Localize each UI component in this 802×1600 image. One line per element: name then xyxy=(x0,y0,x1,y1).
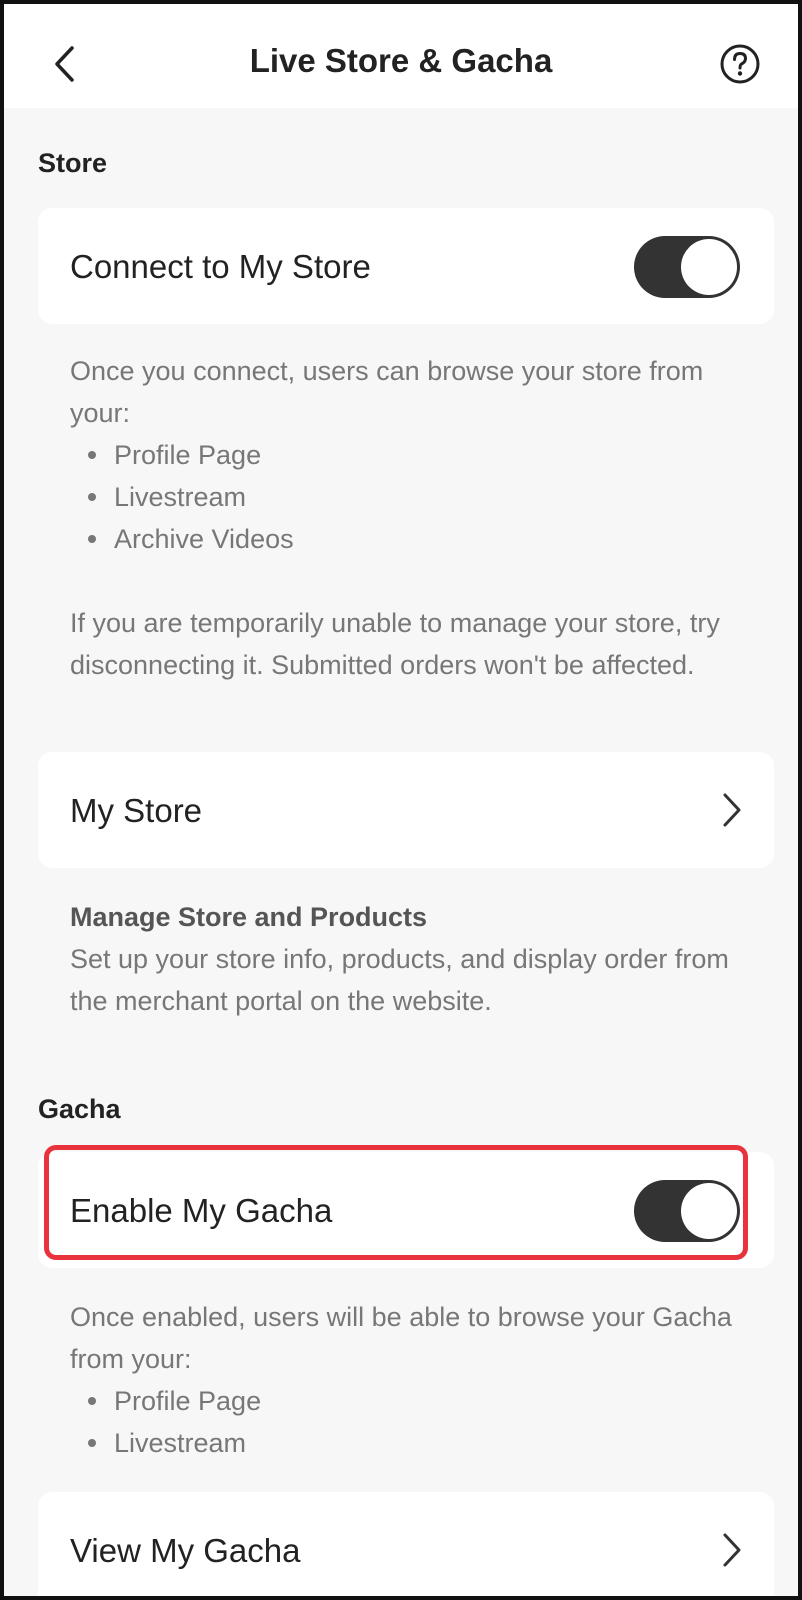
view-gacha-row[interactable]: View My Gacha xyxy=(38,1492,774,1596)
bullet-item: Livestream xyxy=(70,1422,760,1464)
bullet-item: Livestream xyxy=(70,476,760,518)
enable-gacha-description: Once enabled, users will be able to brow… xyxy=(70,1296,760,1464)
connect-store-label: Connect to My Store xyxy=(70,248,371,285)
disconnect-note: If you are temporarily unable to manage … xyxy=(70,608,720,680)
manage-store-description: Manage Store and Products Set up your st… xyxy=(70,896,760,1022)
connect-store-description: Once you connect, users can browse your … xyxy=(70,350,760,686)
section-label-gacha: Gacha xyxy=(38,1094,121,1124)
enable-gacha-bullets: Profile Page Livestream xyxy=(70,1380,760,1464)
help-button[interactable] xyxy=(718,42,762,86)
app-screen: Live Store & Gacha Store Connect to My S… xyxy=(0,0,802,1600)
enable-gacha-toggle[interactable] xyxy=(634,1180,740,1242)
view-gacha-label: View My Gacha xyxy=(70,1532,301,1569)
page-title: Live Store & Gacha xyxy=(249,42,553,79)
section-label-store: Store xyxy=(38,148,108,178)
my-store-label: My Store xyxy=(70,792,203,829)
toggle-knob xyxy=(681,1183,737,1239)
enable-gacha-label: Enable My Gacha xyxy=(70,1192,333,1229)
my-store-row[interactable]: My Store xyxy=(38,752,774,868)
connect-store-toggle[interactable] xyxy=(634,236,740,298)
question-circle-icon xyxy=(720,44,760,84)
connect-store-row: Connect to My Store xyxy=(38,208,774,324)
header-bar: Live Store & Gacha xyxy=(4,4,798,108)
connect-store-bullets: Profile Page Livestream Archive Videos xyxy=(70,434,760,560)
chevron-right-icon xyxy=(714,788,750,832)
connect-store-desc-text: Once you connect, users can browse your … xyxy=(70,356,704,428)
toggle-knob xyxy=(681,239,737,295)
bullet-item: Profile Page xyxy=(70,1380,760,1422)
manage-store-text: Set up your store info, products, and di… xyxy=(70,944,729,1016)
chevron-right-icon xyxy=(714,1528,750,1572)
manage-store-title: Manage Store and Products xyxy=(70,902,428,932)
bullet-item: Profile Page xyxy=(70,434,760,476)
enable-gacha-desc-text: Once enabled, users will be able to brow… xyxy=(70,1302,732,1374)
enable-gacha-row: Enable My Gacha xyxy=(38,1152,774,1268)
bullet-item: Archive Videos xyxy=(70,518,760,560)
